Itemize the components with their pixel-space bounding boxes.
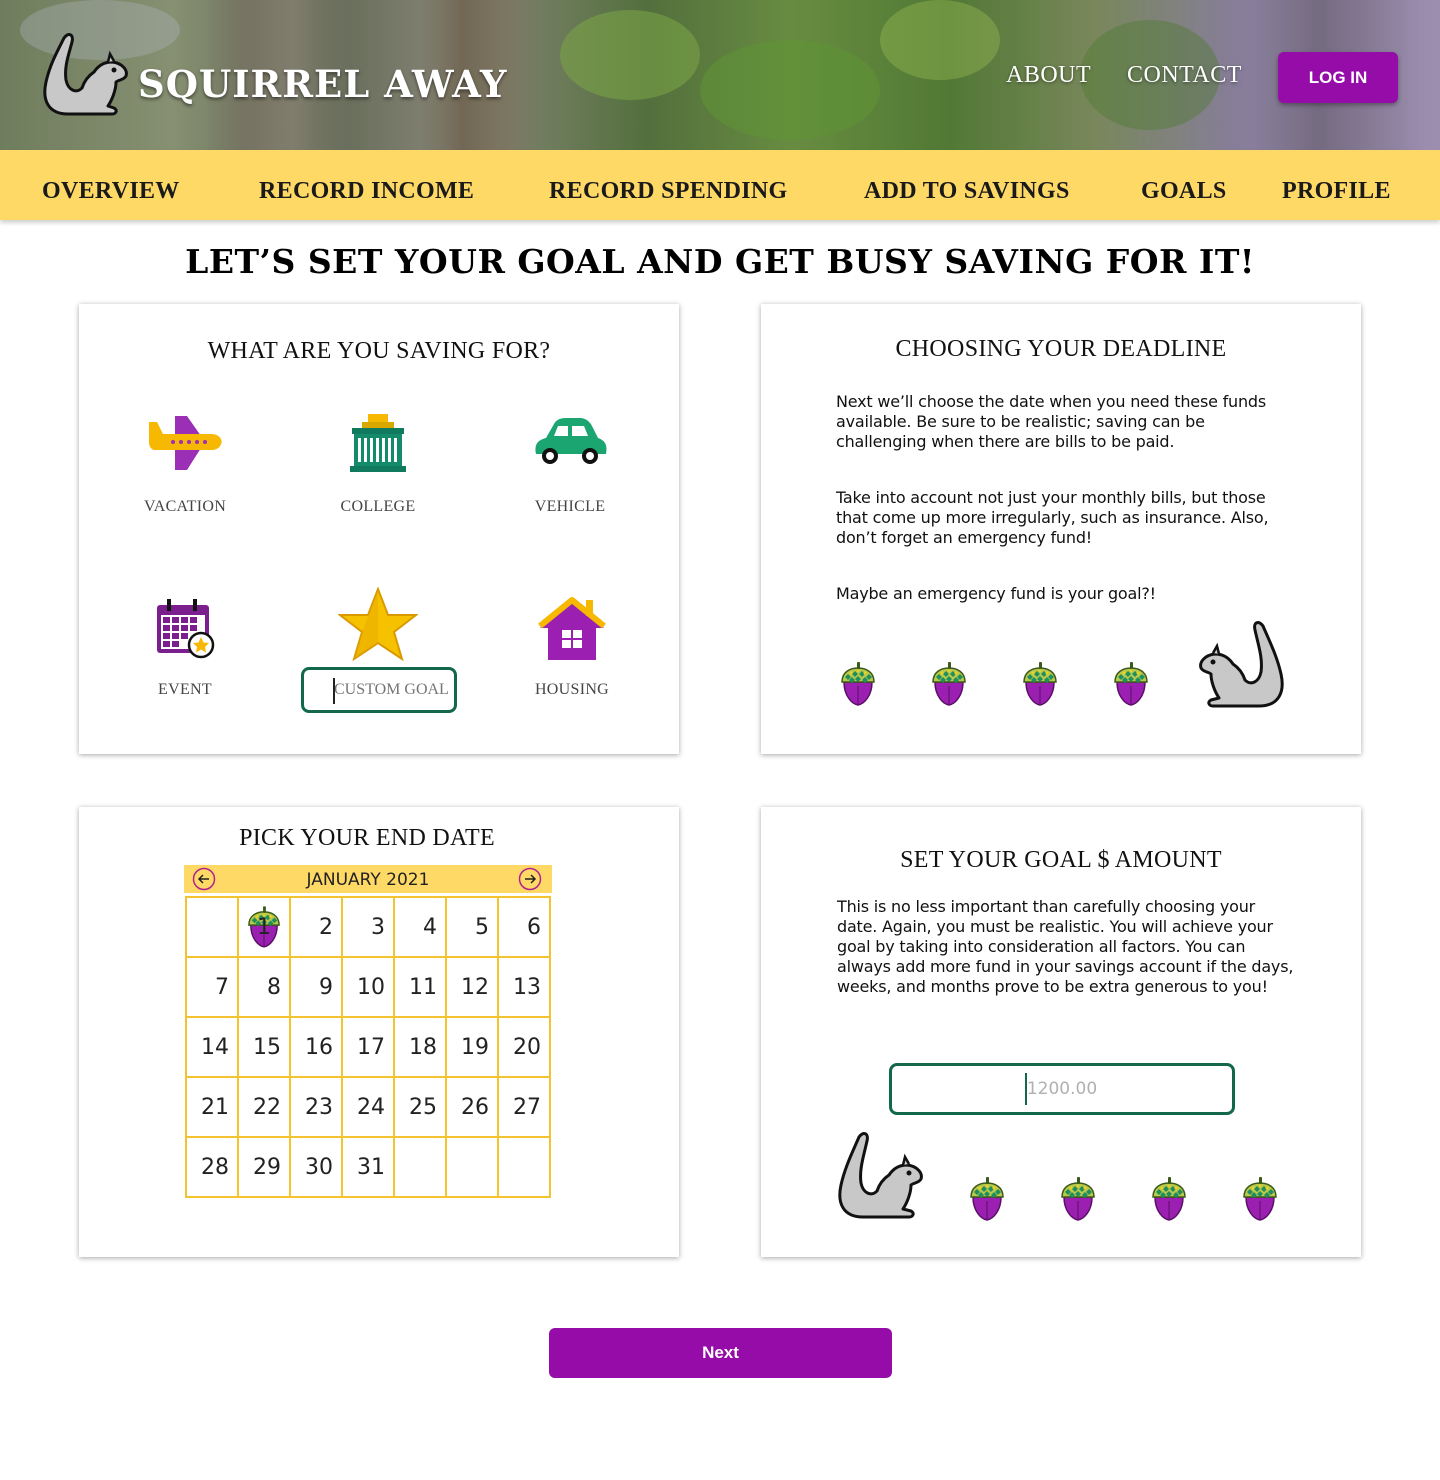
deadline-title: CHOOSING YOUR DEADLINE (895, 336, 1227, 362)
squirrel-icon (1197, 618, 1289, 710)
goal-label-event: EVENT (158, 681, 212, 698)
calendar-day[interactable]: 14 (186, 1017, 238, 1077)
acorn-icon (840, 662, 876, 706)
calendar-empty-cell (394, 1137, 446, 1197)
calendar-star-icon (157, 599, 215, 659)
calendar-day[interactable]: 13 (498, 957, 550, 1017)
acorn-icon (1242, 1177, 1278, 1221)
calendar-day[interactable]: 7 (186, 957, 238, 1017)
calendar-day[interactable]: 23 (290, 1077, 342, 1137)
goal-option-vacation[interactable] (110, 412, 260, 472)
calendar-day-selected[interactable]: 1 (238, 897, 290, 957)
calendar-day[interactable]: 17 (342, 1017, 394, 1077)
goal-label-vacation: VACATION (143, 498, 227, 515)
goal-option-college[interactable] (303, 410, 453, 474)
house-icon (538, 597, 606, 660)
calendar-day[interactable]: 28 (186, 1137, 238, 1197)
acorn-icon (1022, 662, 1058, 706)
deadline-card: CHOOSING YOUR DEADLINE Next we’ll choose… (761, 304, 1361, 754)
deadline-paragraph-3: Maybe an emergency fund is your goal?! (836, 584, 1156, 603)
calendar-day[interactable]: 30 (290, 1137, 342, 1197)
header-banner: SQUIRREL AWAY ABOUT CONTACT LOG IN (0, 0, 1440, 150)
calendar-grid: 1 2 3 4 5 6 7 8 9 10 11 12 13 14 15 16 17 18 19 20 21 22 23 24 2… (185, 896, 551, 1198)
acorn-icon (1060, 1177, 1096, 1221)
calendar-title: PICK YOUR END DATE (239, 825, 495, 851)
calendar-month: JANUARY 2021 (306, 870, 430, 890)
nav-contact-link[interactable]: CONTACT (1127, 62, 1242, 89)
star-icon (338, 587, 418, 661)
acorn-icon (969, 1177, 1005, 1221)
amount-paragraph: This is no less important than carefully… (837, 897, 1294, 996)
calendar-empty-cell (446, 1137, 498, 1197)
calendar-day[interactable]: 6 (498, 897, 550, 957)
calendar-day[interactable]: 18 (394, 1017, 446, 1077)
text-cursor (333, 678, 335, 704)
main-nav: OVERVIEW RECORD INCOME RECORD SPENDING A… (0, 150, 1440, 220)
deadline-paragraph-1: Next we’ll choose the date when you need… (836, 392, 1267, 451)
nav-profile[interactable]: PROFILE (1282, 178, 1391, 205)
calendar-day[interactable]: 9 (290, 957, 342, 1017)
car-icon (535, 418, 607, 464)
calendar-day[interactable]: 26 (446, 1077, 498, 1137)
calendar-card: PICK YOUR END DATE JANUARY 2021 12345678… (79, 807, 679, 1257)
calendar-day[interactable]: 21 (186, 1077, 238, 1137)
calendar-day[interactable]: 31 (342, 1137, 394, 1197)
calendar-header: JANUARY 2021 (184, 865, 552, 893)
calendar-day[interactable]: 2 (290, 897, 342, 957)
goal-label-housing: HOUSING (534, 681, 610, 698)
calendar-day[interactable]: 12 (446, 957, 498, 1017)
goal-option-custom[interactable] (303, 587, 453, 661)
custom-goal-input[interactable] (301, 667, 457, 713)
goal-amount-input[interactable] (889, 1063, 1235, 1115)
saving-for-card: WHAT ARE YOU SAVING FOR? VACATION COLLEG… (79, 304, 679, 754)
nav-overview[interactable]: OVERVIEW (42, 178, 180, 205)
calendar-day[interactable]: 3 (342, 897, 394, 957)
amount-card: SET YOUR GOAL $ AMOUNT This is no less i… (761, 807, 1361, 1257)
goal-option-housing[interactable] (497, 594, 647, 662)
calendar-day[interactable]: 19 (446, 1017, 498, 1077)
calendar-day[interactable]: 22 (238, 1077, 290, 1137)
calendar-day[interactable]: 15 (238, 1017, 290, 1077)
calendar-day[interactable]: 8 (238, 957, 290, 1017)
goal-label-college: COLLEGE (340, 498, 416, 515)
calendar-day[interactable]: 4 (394, 897, 446, 957)
airplane-icon (149, 416, 222, 470)
brand-name[interactable]: SQUIRREL AWAY (138, 62, 507, 106)
nav-goals[interactable]: GOALS (1141, 178, 1227, 205)
calendar-day[interactable]: 20 (498, 1017, 550, 1077)
nav-record-spending[interactable]: RECORD SPENDING (549, 178, 788, 205)
acorn-icon (931, 662, 967, 706)
goal-option-vehicle[interactable] (495, 414, 645, 470)
next-month-arrow-icon[interactable] (518, 867, 542, 891)
nav-add-to-savings[interactable]: ADD TO SAVINGS (864, 178, 1070, 205)
acorn-icon (1113, 662, 1149, 706)
calendar-day[interactable]: 16 (290, 1017, 342, 1077)
acorn-icon (1151, 1177, 1187, 1221)
calendar-day[interactable]: 25 (394, 1077, 446, 1137)
squirrel-logo-icon (43, 33, 128, 116)
page-title: LET’S SET YOUR GOAL AND GET BUSY SAVING … (185, 242, 1255, 281)
goal-option-event[interactable] (110, 597, 260, 661)
calendar-day[interactable]: 5 (446, 897, 498, 957)
calendar-day[interactable]: 11 (394, 957, 446, 1017)
calendar-day[interactable]: 29 (238, 1137, 290, 1197)
calendar-empty-cell (498, 1137, 550, 1197)
calendar-day[interactable]: 10 (342, 957, 394, 1017)
calendar-day[interactable]: 27 (498, 1077, 550, 1137)
saving-for-title: WHAT ARE YOU SAVING FOR? (207, 338, 551, 364)
login-button[interactable]: LOG IN (1278, 52, 1398, 103)
next-button[interactable]: Next (549, 1328, 892, 1378)
college-building-icon (350, 414, 406, 472)
goal-label-vehicle: VEHICLE (534, 498, 606, 515)
calendar-empty-cell (186, 897, 238, 957)
calendar-day[interactable]: 24 (342, 1077, 394, 1137)
deadline-paragraph-2: Take into account not just your monthly … (836, 488, 1269, 547)
text-cursor (1025, 1073, 1027, 1105)
amount-title: SET YOUR GOAL $ AMOUNT (900, 847, 1222, 873)
nav-record-income[interactable]: RECORD INCOME (259, 178, 474, 205)
nav-about-link[interactable]: ABOUT (1006, 62, 1091, 89)
calendar-day-number: 1 (257, 914, 271, 940)
squirrel-icon (833, 1129, 925, 1221)
